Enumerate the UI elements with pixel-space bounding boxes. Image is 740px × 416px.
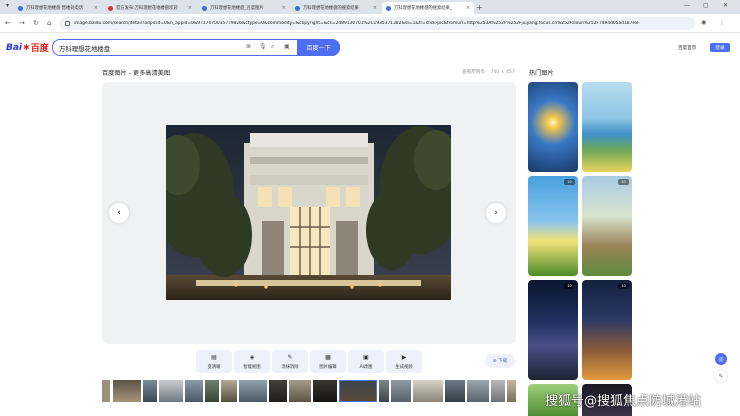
attachment-icon[interactable]: ⌕ xyxy=(271,43,274,51)
clear-icon[interactable]: ⊗ xyxy=(246,43,251,50)
thumbnail[interactable] xyxy=(445,380,465,402)
tab-favicon-icon xyxy=(108,5,113,11)
thumbnail[interactable] xyxy=(185,380,203,402)
paw-icon: ✱ xyxy=(23,43,30,52)
chevron-left-icon: ‹ xyxy=(117,208,121,218)
tool-eraser-button[interactable]: ✎ 涂抹消除 xyxy=(272,350,308,373)
hot-image-card[interactable]: 10 xyxy=(528,176,578,276)
close-window-icon[interactable]: ✕ xyxy=(723,2,728,9)
baidu-home-link[interactable]: 百度首页 xyxy=(678,45,696,51)
view-source-link[interactable]: 查看原网页 xyxy=(462,70,485,75)
image-count-badge: 10 xyxy=(618,179,629,185)
edit-icon: ▦ xyxy=(325,353,331,361)
assistant-button[interactable]: ◎ xyxy=(715,353,727,365)
tool-cutout-button[interactable]: ◈ 智能抠图 xyxy=(234,350,270,373)
feedback-button[interactable]: ✎ xyxy=(715,370,727,382)
tab-close-icon[interactable]: × xyxy=(188,5,192,11)
back-icon[interactable]: ← xyxy=(5,19,11,27)
thumbnail[interactable] xyxy=(289,380,311,402)
thumbnail[interactable] xyxy=(269,380,287,402)
thumbnail[interactable] xyxy=(205,380,219,402)
tab-favicon-icon xyxy=(18,5,23,11)
home-icon[interactable]: ⌂ xyxy=(47,19,51,27)
minimize-icon[interactable]: — xyxy=(684,2,690,9)
tab-close-icon[interactable]: × xyxy=(373,5,377,11)
watermark: 搜狐号@搜狐焦点防城港站 xyxy=(545,394,702,409)
address-bar[interactable]: image.baidu.com/search/detail?adpicid=0&… xyxy=(59,17,695,30)
thumbnail[interactable] xyxy=(313,380,337,402)
hot-image-card[interactable] xyxy=(582,82,632,172)
tab-close-icon[interactable]: × xyxy=(466,5,470,11)
tab-close-icon[interactable]: × xyxy=(94,5,98,11)
maximize-icon[interactable]: ▢ xyxy=(703,2,709,9)
hot-image-card[interactable]: 10 xyxy=(582,280,632,380)
tool-edit-button[interactable]: ▦ 图片编辑 xyxy=(310,350,346,373)
assistant-icon: ◎ xyxy=(718,355,724,363)
reload-icon[interactable]: ↻ xyxy=(33,19,39,27)
thumbnail[interactable] xyxy=(221,380,237,402)
tool-video-button[interactable]: ▶ 生成视频 xyxy=(386,350,422,373)
next-image-button[interactable]: › xyxy=(486,203,506,223)
voice-icon[interactable]: 🎙 xyxy=(259,43,267,50)
menu-icon[interactable]: ⋮ xyxy=(719,19,725,26)
image-count-badge: 10 xyxy=(564,179,575,185)
download-button[interactable]: ⊕ 下载 xyxy=(485,354,515,368)
tab-list-icon[interactable]: ▾ xyxy=(6,2,9,9)
tab-close-icon[interactable]: × xyxy=(282,5,286,11)
breadcrumb: 百度图片 - 更多高清美图 xyxy=(102,70,171,77)
tool-enhance-button[interactable]: ▤ 变清晰 xyxy=(196,350,232,373)
thumbnail[interactable] xyxy=(143,380,157,402)
tab-favicon-icon xyxy=(295,5,300,11)
thumbnail-selected[interactable] xyxy=(339,380,377,402)
tab-favicon-icon xyxy=(386,5,391,11)
tool-ai-edit-button[interactable]: ▣ AI改图 xyxy=(348,350,384,373)
thumbnail[interactable] xyxy=(239,380,267,402)
new-tab-button[interactable]: + xyxy=(476,3,483,13)
thumbnail[interactable] xyxy=(491,380,505,402)
hot-image-card[interactable]: 10 xyxy=(582,176,632,276)
image-count-badge: 10 xyxy=(618,283,629,289)
search-input[interactable] xyxy=(59,43,239,53)
login-button[interactable]: 登录 xyxy=(710,43,730,52)
image-dimensions: 740 × 457 xyxy=(490,70,515,75)
thumbnail[interactable] xyxy=(379,380,389,402)
thumbnail[interactable] xyxy=(391,380,411,402)
site-header: Bai ✱ 百度 ⊗ 🎙 ⌕ ▣ 百度一下 百度首页 登录 xyxy=(0,33,740,61)
chevron-right-icon: › xyxy=(494,208,498,218)
browser-tab-active[interactable]: 万科理想花地楼盘的搜索结果_ × xyxy=(382,2,474,14)
browser-tab[interactable]: 万科理想花地楼盘的搜索结果 × xyxy=(291,2,381,14)
baidu-logo[interactable]: Bai ✱ 百度 xyxy=(6,41,49,55)
building-photo xyxy=(166,125,451,300)
search-button[interactable]: 百度一下 xyxy=(297,39,340,56)
tab-favicon-icon xyxy=(202,5,207,11)
eraser-icon: ✎ xyxy=(287,353,293,361)
browser-tab[interactable]: 万科理想花地楼盘 售楼处电话 × xyxy=(14,2,102,14)
hot-image-card[interactable] xyxy=(528,82,578,172)
browser-tab[interactable]: 万科理想花地楼盘_百度图片 × xyxy=(198,2,290,14)
thumbnail[interactable] xyxy=(507,380,516,402)
thumbnail[interactable] xyxy=(102,380,110,402)
site-info-icon[interactable] xyxy=(65,21,70,26)
thumbnail[interactable] xyxy=(113,380,141,402)
profile-icon[interactable]: ◉ xyxy=(701,19,706,26)
image-meta: 查看原网页 740 × 457 xyxy=(458,69,515,75)
browser-tab[interactable]: 官方发布:万科理想花地楼盘欢迎 × xyxy=(104,2,196,14)
ai-edit-icon: ▣ xyxy=(363,353,369,361)
thumbnail[interactable] xyxy=(159,380,183,402)
image-search-icon[interactable]: ▣ xyxy=(284,43,290,50)
video-icon: ▶ xyxy=(401,353,407,361)
pencil-icon: ✎ xyxy=(718,372,724,380)
hot-image-card[interactable]: 10 xyxy=(528,280,578,380)
thumbnail[interactable] xyxy=(467,380,489,402)
forward-icon[interactable]: → xyxy=(19,19,25,27)
thumbnail-strip xyxy=(102,380,516,402)
enhance-icon: ▤ xyxy=(211,353,217,361)
thumbnail[interactable] xyxy=(413,380,443,402)
browser-tab-bar: 万科理想花地楼盘 售楼处电话 × 官方发布:万科理想花地楼盘欢迎 × 万科理想花地楼… xyxy=(0,0,740,14)
hot-images-title: 热门图片 xyxy=(529,70,554,77)
cutout-icon: ◈ xyxy=(249,353,255,361)
image-count-badge: 10 xyxy=(564,283,575,289)
main-image[interactable] xyxy=(166,125,451,300)
prev-image-button[interactable]: ‹ xyxy=(109,203,129,223)
